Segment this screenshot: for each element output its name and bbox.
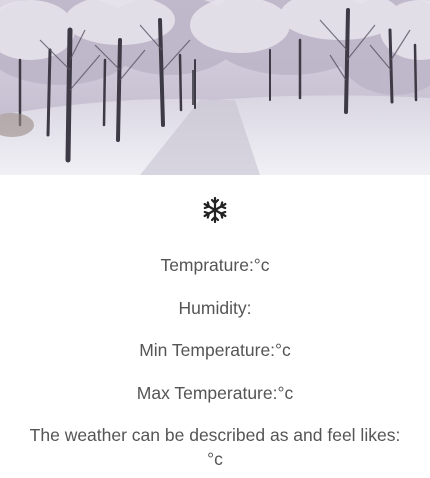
- max-temperature-text: Max Temperature:°c: [136, 382, 294, 403]
- min-temperature-text: Min Temperature:°c: [139, 340, 291, 360]
- weather-info: Temprature:°c Humidity: Min Temperature:…: [0, 253, 430, 471]
- humidity-text: Humidity:: [178, 297, 252, 318]
- snowflake-icon: [0, 192, 430, 228]
- description-line-2: °c: [207, 449, 223, 469]
- description-line-1: The weather can be described as and feel…: [29, 425, 401, 445]
- temperature-text: Temprature:°c: [160, 255, 270, 275]
- weather-page: Temprature:°c Humidity: Min Temperature:…: [0, 0, 430, 478]
- snow-scene-image: [0, 0, 430, 175]
- weather-description: The weather can be described as and feel…: [0, 423, 430, 471]
